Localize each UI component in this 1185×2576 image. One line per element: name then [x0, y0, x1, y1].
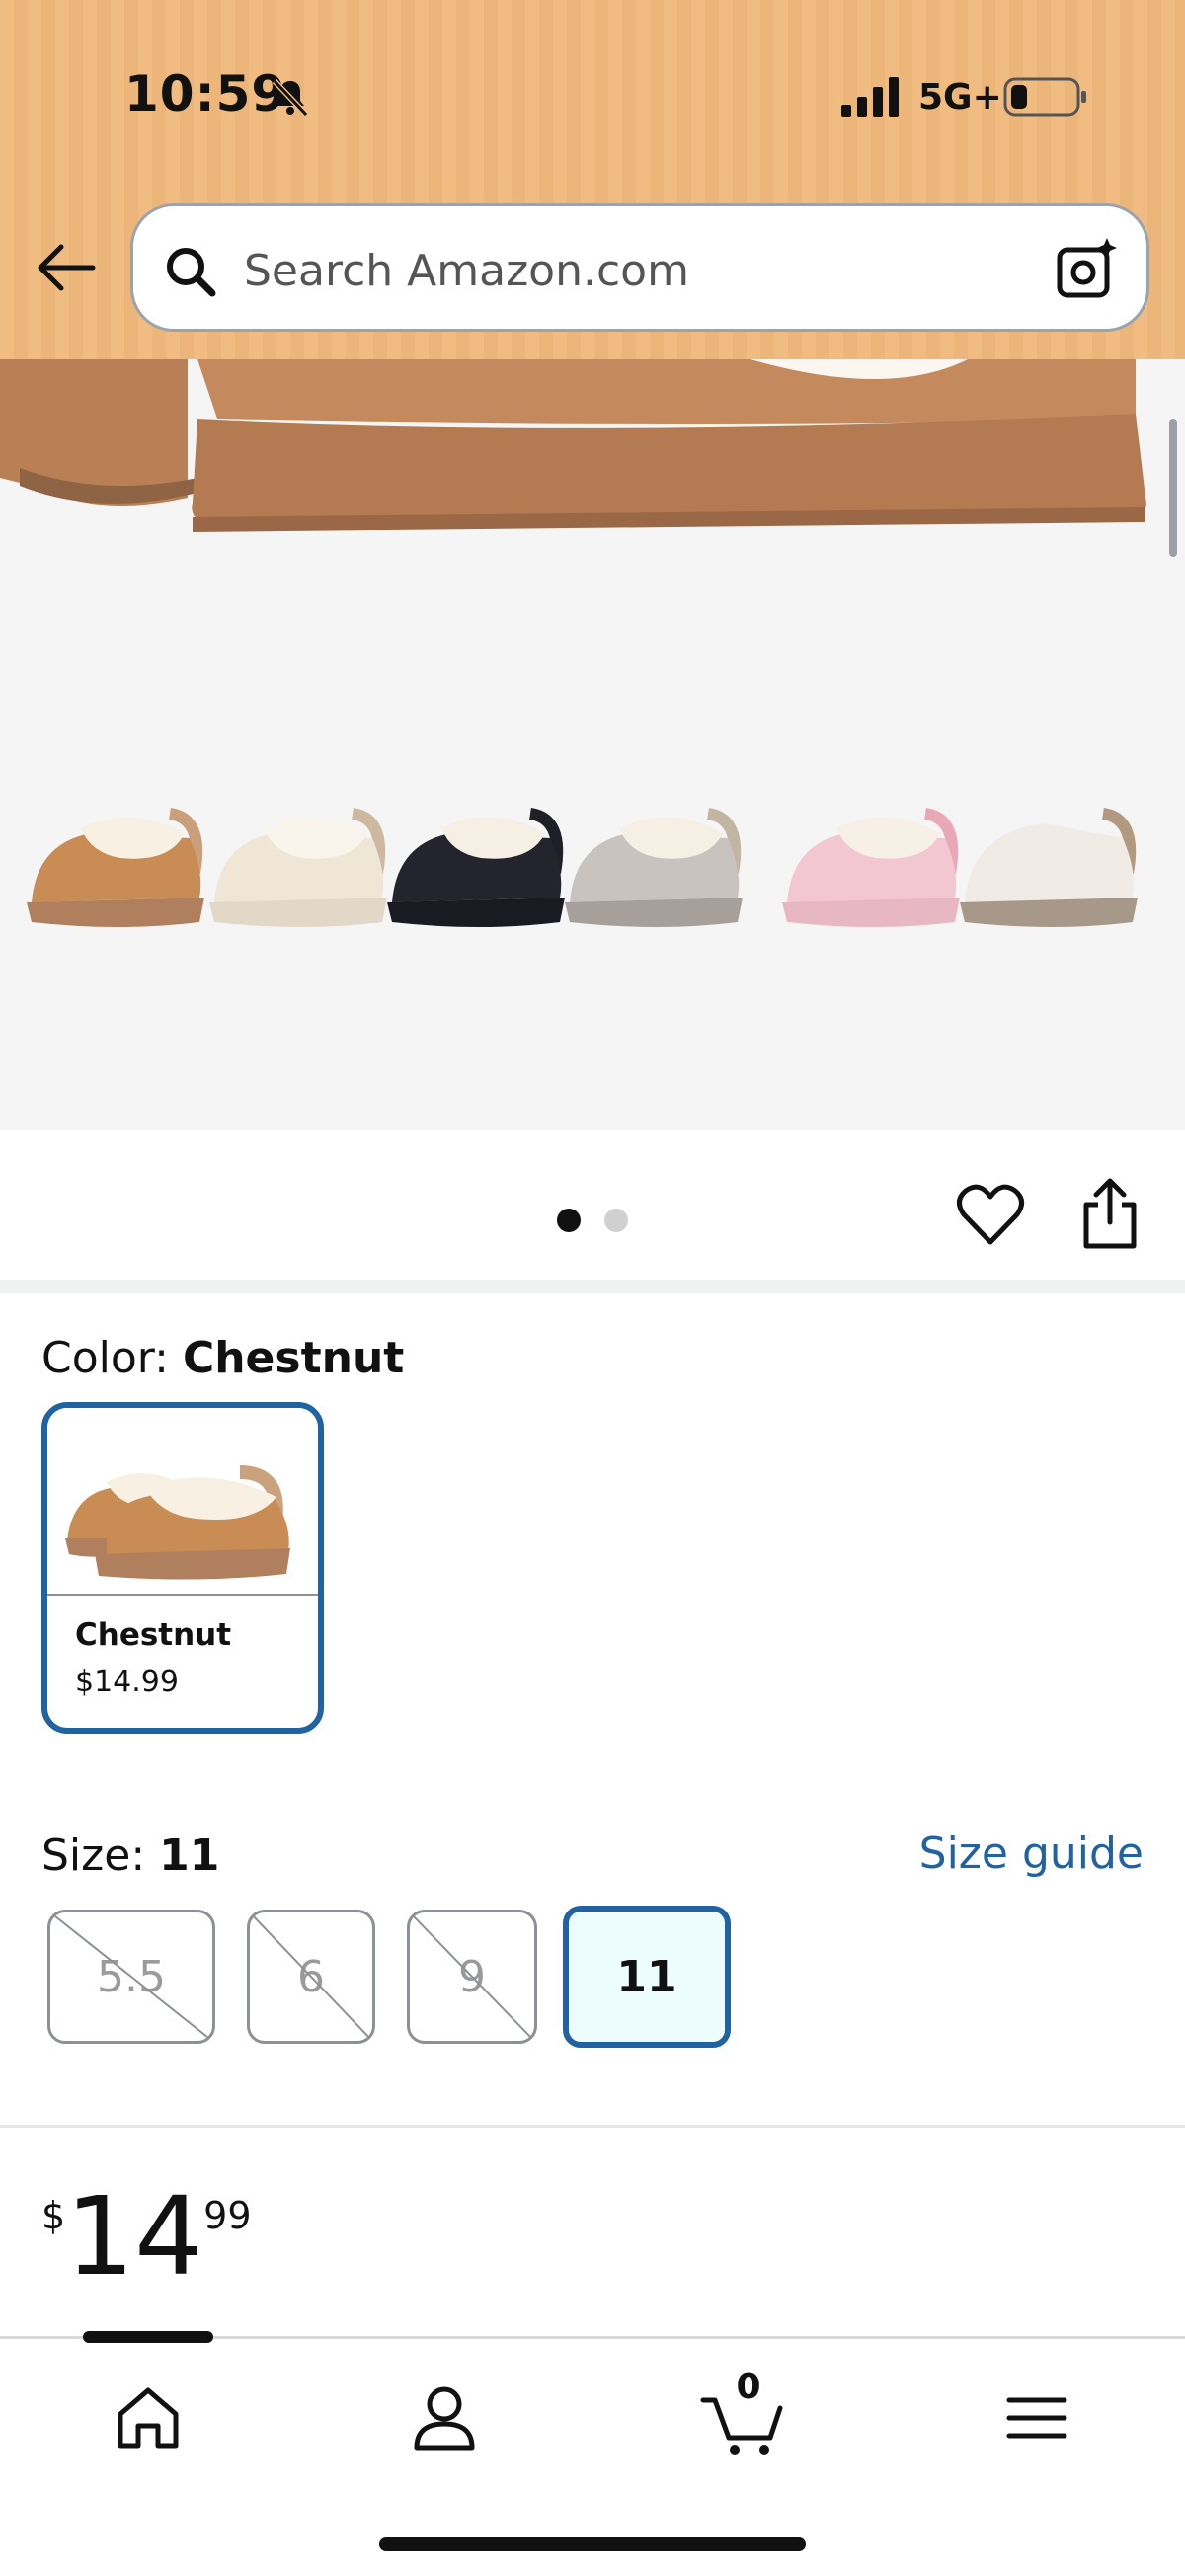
camera-search-icon[interactable] — [1056, 236, 1121, 301]
page-dot[interactable] — [604, 1209, 628, 1232]
battery-icon — [1003, 77, 1086, 117]
status-time: 10:59 — [124, 65, 287, 122]
color-option-thumbnail — [65, 1465, 290, 1580]
color-option-image — [47, 1408, 318, 1596]
price-symbol: $ — [41, 2194, 66, 2237]
unavailable-strike — [50, 1912, 212, 2041]
home-indicator — [379, 2537, 806, 2551]
thumbnail-white-sherpa — [960, 808, 1138, 927]
color-option-name: Chestnut — [75, 1617, 232, 1653]
size-label: Size: 11 — [41, 1831, 219, 1881]
search-input[interactable]: Search Amazon.com — [130, 203, 1149, 332]
size-option-11[interactable]: 11 — [563, 1906, 731, 2048]
size-option-5-5[interactable]: 5.5 — [47, 1910, 215, 2044]
menu-icon[interactable] — [997, 2379, 1076, 2458]
thumbnail-cream — [209, 808, 387, 927]
color-variant-strip — [22, 774, 1167, 932]
back-arrow-icon[interactable] — [36, 243, 97, 292]
section-divider — [0, 1280, 1185, 1293]
size-option-9[interactable]: 9 — [407, 1910, 537, 2044]
unavailable-strike — [410, 1912, 534, 2041]
search-placeholder: Search Amazon.com — [244, 246, 689, 296]
size-guide-link[interactable]: Size guide — [919, 1829, 1144, 1879]
thumbnail-chestnut — [27, 808, 204, 927]
product-main-image — [0, 359, 1146, 532]
price-whole: 14 — [65, 2173, 204, 2300]
size-label-prefix: Size: — [41, 1831, 146, 1881]
home-icon[interactable] — [109, 2379, 188, 2458]
gallery-controls — [0, 1130, 1185, 1280]
size-option-label: 11 — [616, 1951, 677, 2002]
network-type: 5G+ — [918, 77, 1002, 117]
color-selected-value: Chestnut — [182, 1333, 405, 1383]
nav-active-indicator — [83, 2331, 213, 2343]
thumbnail-pink — [782, 808, 960, 927]
color-label: Color: Chestnut — [41, 1333, 404, 1383]
account-icon[interactable] — [405, 2379, 484, 2458]
scroll-indicator — [1169, 419, 1177, 557]
price: $1499 — [41, 2182, 252, 2291]
signal-icon — [841, 77, 899, 117]
size-selected-value: 11 — [159, 1831, 220, 1881]
price-fraction: 99 — [203, 2194, 252, 2237]
product-image-gallery[interactable] — [0, 359, 1185, 1130]
header: 10:59 5G+ Search Amazon.com — [0, 0, 1185, 359]
price-divider — [0, 2125, 1185, 2128]
share-icon[interactable] — [1078, 1177, 1142, 1250]
color-option-chestnut[interactable]: Chestnut $14.99 — [41, 1402, 324, 1734]
color-label-prefix: Color: — [41, 1333, 169, 1383]
cart-count-badge: 0 — [736, 2367, 761, 2407]
bell-muted-icon — [272, 78, 309, 117]
heart-icon[interactable] — [956, 1181, 1025, 1250]
color-option-price: $14.99 — [75, 1665, 179, 1699]
size-option-6[interactable]: 6 — [247, 1910, 375, 2044]
unavailable-strike — [250, 1912, 372, 2041]
thumbnail-black — [387, 808, 565, 927]
thumbnail-grey — [565, 808, 743, 927]
search-icon — [167, 248, 216, 297]
page-dot-active[interactable] — [557, 1209, 581, 1232]
